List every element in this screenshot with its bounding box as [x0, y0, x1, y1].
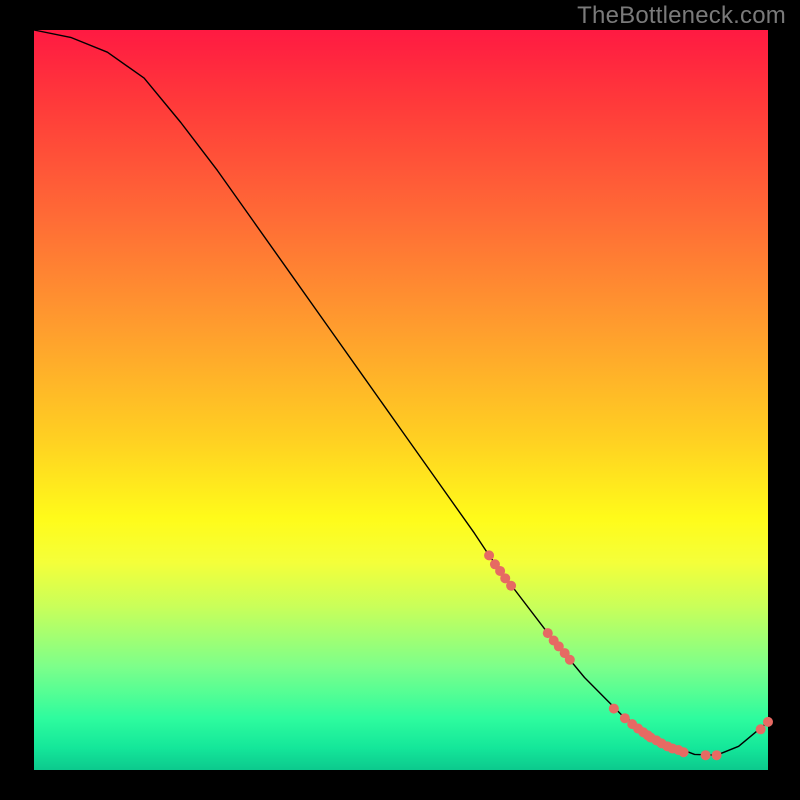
marker-point — [712, 750, 722, 760]
marker-point — [679, 747, 689, 757]
marker-point — [701, 750, 711, 760]
bottleneck-curve — [34, 30, 768, 755]
marker-point — [506, 581, 516, 591]
chart-overlay — [0, 0, 800, 800]
marker-point — [565, 655, 575, 665]
marker-point — [763, 717, 773, 727]
marker-point — [609, 704, 619, 714]
series-markers — [484, 550, 773, 760]
marker-point — [484, 550, 494, 560]
marker-point — [756, 724, 766, 734]
chart-stage: TheBottleneck.com — [0, 0, 800, 800]
